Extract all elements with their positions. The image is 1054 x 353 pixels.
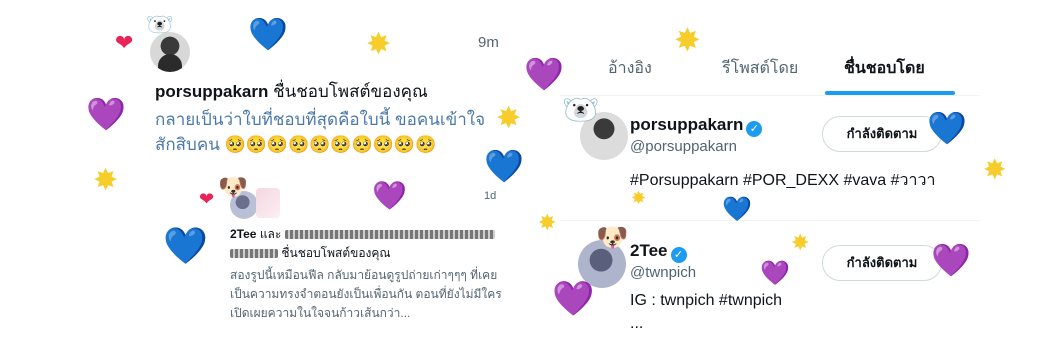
redacted-names: [230, 249, 278, 259]
user-handle[interactable]: @twnpich: [630, 264, 696, 281]
user-bio: #Porsuppakarn #POR_DEXX #vava #วาวา: [630, 172, 936, 189]
sparkle-icon: ✸: [631, 188, 647, 208]
notification-username[interactable]: 2Tee: [230, 227, 256, 241]
blue-heart-icon: 💙: [163, 225, 208, 266]
tab-reposts[interactable]: รีโพสต์โดย: [722, 56, 798, 81]
notification-line: ชื่นชอบโพสต์ของคุณ: [230, 244, 391, 263]
blue-heart-icon: 💙: [722, 196, 752, 223]
notification-title: 2Tee และ: [230, 225, 495, 244]
following-button[interactable]: กำลังติดตาม: [822, 116, 942, 152]
sparkle-icon: ✸: [496, 102, 522, 135]
purple-heart-icon: 💜: [86, 96, 126, 132]
notification-post-text[interactable]: กลายเป็นว่าใบที่ชอบที่สุดคือใบนี้ ขอคนเข…: [155, 107, 495, 157]
notification-time: 1d: [484, 190, 497, 202]
blue-heart-icon: 💙: [927, 110, 967, 146]
purple-heart-icon: 💜: [372, 180, 407, 211]
red-heart-icon: ❤: [199, 189, 215, 209]
avatar-porsuppakarn[interactable]: [150, 32, 190, 72]
polar-bear-icon: 🐻‍❄️: [562, 94, 600, 127]
sparkle-icon: ✸: [983, 154, 1007, 185]
purple-heart-icon: 💜: [931, 242, 971, 278]
dog-icon: 🐶: [218, 174, 248, 201]
red-heart-icon: ❤: [115, 30, 134, 55]
blue-heart-icon: 💙: [484, 148, 524, 184]
tab-quotes[interactable]: อ้างอิง: [608, 56, 652, 81]
verified-badge-icon: ✓: [746, 121, 763, 137]
tab-bar: อ้างอิง รีโพสต์โดย ชื่นชอบโดย: [560, 56, 980, 94]
avatar-blurred: [256, 188, 280, 218]
notification-post-text[interactable]: สองรูปนี้เหมือนฟีล กลับมาย้อนดูรูปถ่ายเก…: [230, 266, 512, 323]
notification-username[interactable]: porsuppakarn: [155, 82, 268, 101]
redacted-names: [284, 230, 495, 240]
following-button[interactable]: กำลังติดตาม: [822, 245, 942, 281]
polar-bear-icon: 🐻‍❄️: [146, 12, 174, 37]
tab-divider: [560, 95, 980, 96]
purple-heart-icon: 💜: [552, 280, 595, 318]
sparkle-icon: ✸: [791, 230, 810, 255]
notification-connector: และ: [259, 227, 282, 241]
sparkle-icon: ✸: [93, 164, 119, 197]
verified-badge-icon: ✓: [670, 247, 687, 263]
sparkle-icon: ✸: [538, 210, 557, 235]
purple-heart-icon: 💜: [524, 56, 564, 92]
row-divider: [560, 220, 980, 221]
notification-time: 9m: [478, 34, 499, 51]
notification-action: ชื่นชอบโพสต์ของคุณ: [281, 246, 391, 260]
notification-title: porsuppakarn ชื่นชอบโพสต์ของคุณ: [155, 78, 428, 105]
user-bio-more: ...: [630, 315, 644, 332]
notification-action: ชื่นชอบโพสต์ของคุณ: [273, 82, 428, 101]
user-bio: IG : twnpich #twnpich: [630, 292, 783, 309]
user-handle[interactable]: @porsuppakarn: [630, 138, 737, 155]
user-name[interactable]: porsuppakarn ✓: [630, 115, 763, 137]
purple-heart-icon: 💜: [760, 260, 790, 287]
tab-likes[interactable]: ชื่นชอบโดย: [844, 56, 925, 81]
user-name[interactable]: 2Tee ✓: [630, 241, 687, 263]
dog-icon: 🐶: [596, 222, 629, 252]
sparkle-icon: ✸: [674, 22, 701, 58]
blue-heart-icon: 💙: [248, 16, 288, 52]
sparkle-icon: ✸: [366, 28, 392, 61]
